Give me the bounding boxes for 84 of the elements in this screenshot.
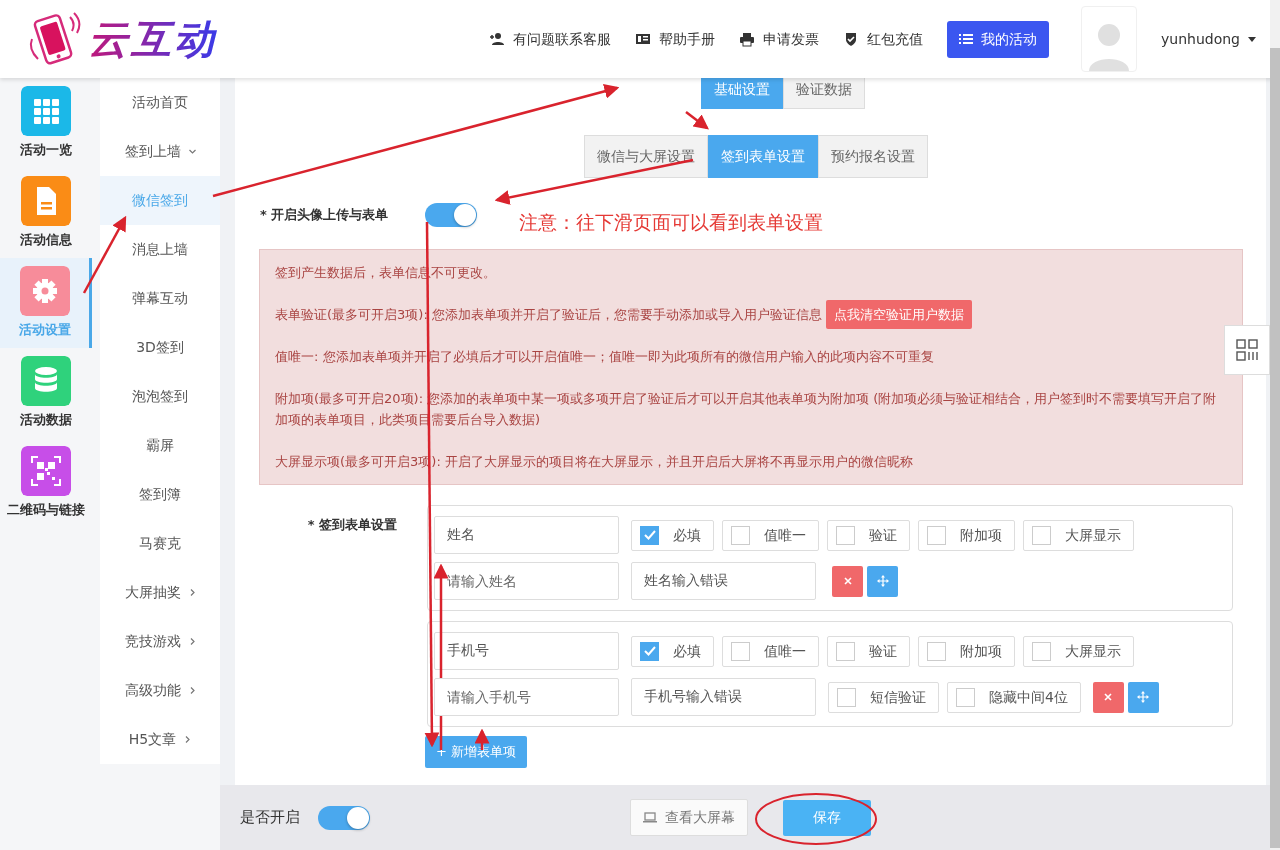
input-field[interactable]: 手机号输入错误 — [631, 678, 816, 716]
submenu-item[interactable]: 马赛克 — [100, 519, 220, 568]
input-field[interactable]: 请输入姓名 — [434, 562, 619, 600]
laptop-icon — [643, 812, 657, 823]
checkbox-option[interactable]: 验证 — [827, 635, 910, 667]
header-link[interactable]: 申请发票 — [739, 28, 819, 50]
submenu-item[interactable]: 签到簿 — [100, 470, 220, 519]
checkbox[interactable] — [731, 641, 750, 661]
checkbox[interactable] — [1032, 525, 1051, 545]
list-icon — [959, 33, 973, 45]
checkbox[interactable] — [956, 687, 975, 707]
sub-tab[interactable]: 预约报名设置 — [817, 135, 928, 178]
input-field[interactable]: 请输入手机号 — [434, 678, 619, 716]
annotation-note: 注意：往下滑页面可以看到表单设置 — [519, 210, 823, 235]
field-label: 是否开启 — [240, 807, 300, 829]
person-plus-icon — [489, 31, 505, 47]
sidebar-item[interactable]: 活动一览 — [0, 78, 92, 168]
move-icon — [1137, 691, 1150, 703]
annotation-arrow — [685, 111, 709, 130]
qr-float-button[interactable] — [1224, 325, 1270, 375]
submenu-item[interactable]: 消息上墙 — [100, 225, 220, 274]
checkbox[interactable] — [837, 687, 856, 707]
delete-button[interactable] — [1092, 681, 1124, 713]
move-icon — [876, 575, 889, 587]
input-field[interactable]: 姓名 — [434, 516, 619, 554]
checkbox[interactable] — [1032, 641, 1051, 661]
printer-icon — [739, 31, 755, 47]
checkbox-option[interactable]: 附加项 — [918, 635, 1015, 667]
submenu-item[interactable]: H5文章 — [100, 715, 220, 764]
submenu-item[interactable]: 竞技游戏 — [100, 617, 220, 666]
book-icon — [635, 31, 651, 47]
checkbox[interactable] — [640, 525, 659, 545]
checkbox-option[interactable]: 大屏显示 — [1023, 519, 1134, 551]
checkbox[interactable] — [927, 525, 946, 545]
submenu-item[interactable]: 弹幕互动 — [100, 274, 220, 323]
checkbox-option[interactable]: 必填 — [631, 519, 714, 551]
checkbox[interactable] — [731, 525, 750, 545]
checkbox-option[interactable]: 必填 — [631, 635, 714, 667]
input-field[interactable]: 姓名输入错误 — [631, 562, 816, 600]
checkbox-option[interactable]: 隐藏中间4位 — [947, 681, 1081, 713]
header-link[interactable]: 帮助手册 — [635, 28, 715, 50]
checkbox-option[interactable]: 短信验证 — [828, 681, 939, 713]
shield-check-icon — [843, 31, 859, 47]
sidebar-item[interactable]: 活动信息 — [0, 168, 92, 258]
qr-code-icon — [1236, 339, 1258, 361]
checkbox-option[interactable]: 值唯一 — [722, 519, 819, 551]
scrollbar-thumb[interactable] — [1270, 48, 1280, 848]
close-icon — [1103, 692, 1114, 702]
user-menu[interactable]: yunhudong — [1161, 28, 1256, 50]
preview-button[interactable]: 查看大屏幕 — [630, 799, 748, 836]
caret-icon — [1248, 36, 1256, 42]
checkbox[interactable] — [927, 641, 946, 661]
checkbox[interactable] — [836, 641, 855, 661]
checkmark-icon — [643, 646, 656, 656]
submenu-item[interactable]: 活动首页 — [100, 78, 220, 127]
checkbox-option[interactable]: 验证 — [827, 519, 910, 551]
checkbox-option[interactable]: 大屏显示 — [1023, 635, 1134, 667]
input-field[interactable]: 手机号 — [434, 632, 619, 670]
move-button[interactable] — [1127, 681, 1159, 713]
checkbox-option[interactable]: 值唯一 — [722, 635, 819, 667]
checkmark-icon — [643, 530, 656, 540]
submenu-item[interactable]: 签到上墙 — [100, 127, 220, 176]
close-icon — [842, 576, 853, 586]
submenu-item[interactable]: 霸屏 — [100, 421, 220, 470]
toggle-switch[interactable] — [425, 203, 477, 227]
sidebar-item[interactable]: 活动数据 — [0, 348, 92, 438]
checkbox[interactable] — [836, 525, 855, 545]
submenu-item[interactable]: 大屏抽奖 — [100, 568, 220, 617]
toggle-switch[interactable] — [318, 805, 370, 830]
move-button[interactable] — [867, 565, 898, 597]
submenu-item[interactable]: 高级功能 — [100, 666, 220, 715]
checkbox-option[interactable]: 附加项 — [918, 519, 1015, 551]
submenu-item[interactable]: 泡泡签到 — [100, 372, 220, 421]
my-activity-button[interactable]: 我的活动 — [947, 20, 1049, 58]
checkbox[interactable] — [640, 641, 659, 661]
header-link[interactable]: 有问题联系客服 — [489, 28, 611, 50]
submenu-item[interactable]: 3D签到 — [100, 323, 220, 372]
notice-text: 表单验证(最多可开启3项): 您添加表单项并开启了验证后，您需要手动添加或导入用户验证信息 — [275, 306, 822, 324]
delete-button[interactable] — [832, 565, 863, 597]
field-label: * 签到表单设置 — [306, 516, 397, 534]
header-link[interactable]: 红包充值 — [843, 28, 923, 50]
sidebar-item[interactable]: 二维码与链接 — [0, 438, 92, 528]
tab[interactable]: 验证数据 — [783, 78, 865, 109]
field-label: * 开启头像上传与表单 — [260, 206, 390, 225]
